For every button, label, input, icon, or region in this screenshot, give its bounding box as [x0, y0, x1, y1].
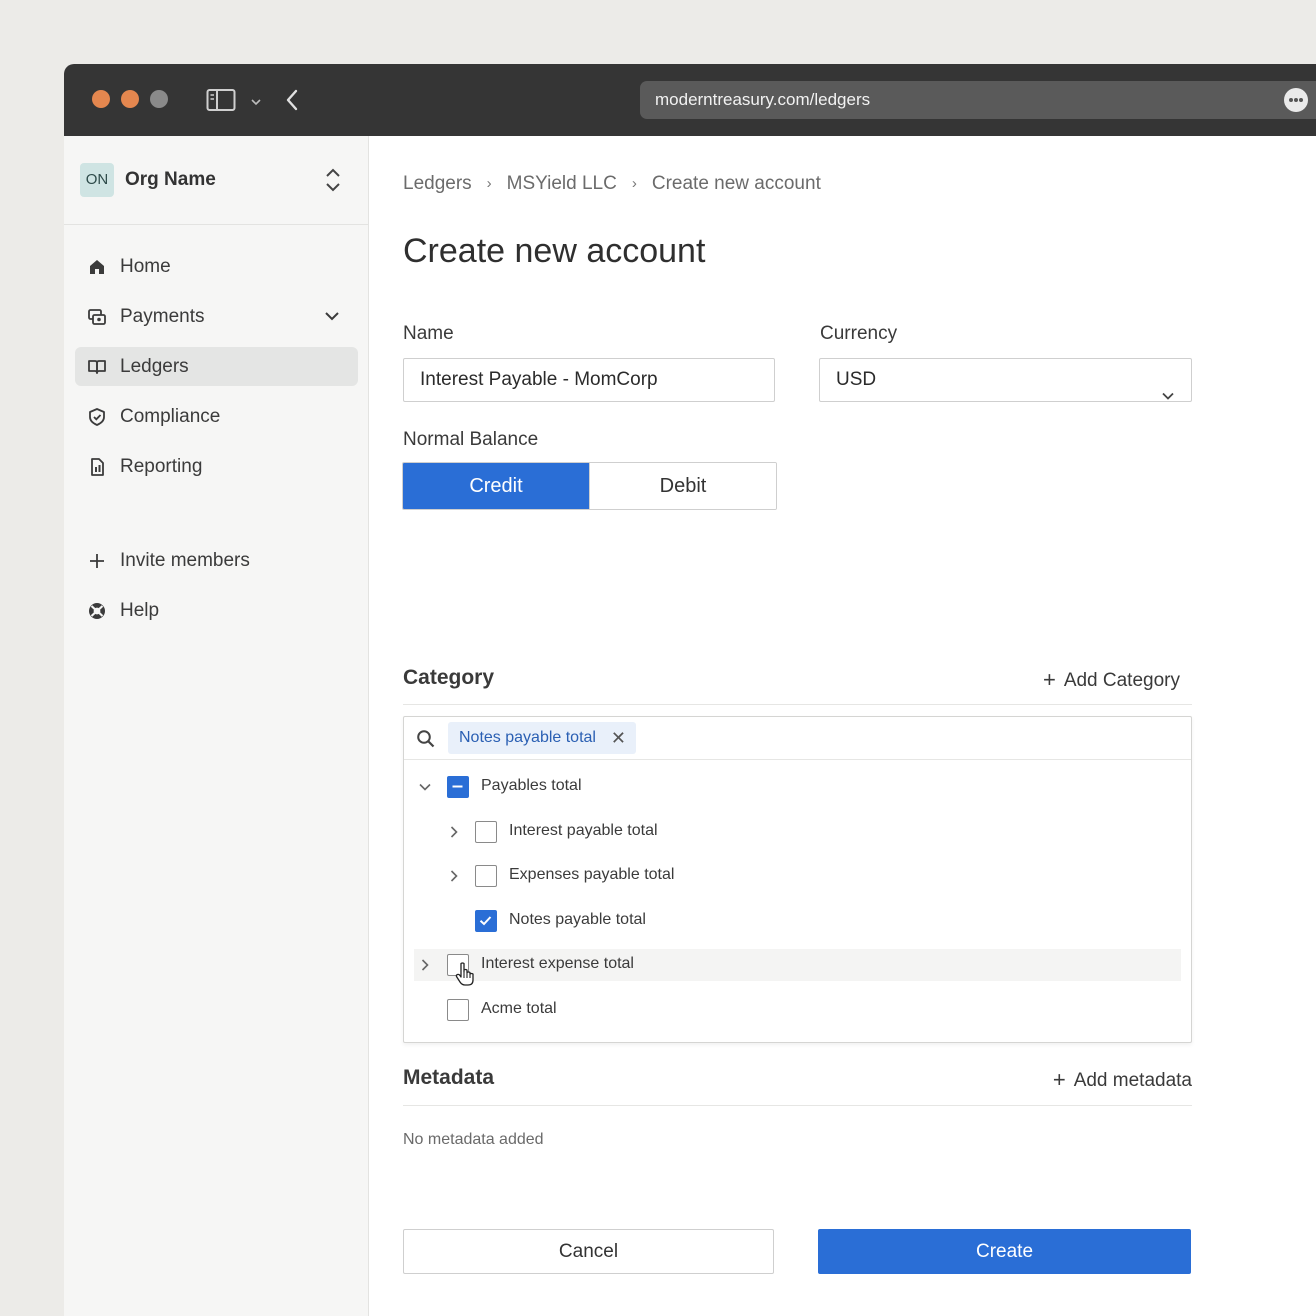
normal-balance-label: Normal Balance [403, 429, 539, 450]
chevron-down-icon[interactable] [250, 94, 262, 112]
sidebar-item-label: Ledgers [120, 356, 189, 377]
sidebar-item-label: Home [120, 256, 171, 277]
name-input-value: Interest Payable - MomCorp [420, 369, 658, 390]
currency-label: Currency [820, 323, 898, 344]
search-icon [416, 729, 436, 754]
chevron-right-icon: › [631, 175, 637, 192]
breadcrumb-ledgers[interactable]: Ledgers [403, 173, 472, 195]
tree-row-label: Interest payable total [509, 822, 658, 839]
chevron-right-icon[interactable] [447, 825, 461, 844]
currency-select-value: USD [836, 369, 877, 390]
divider [403, 704, 1192, 705]
close-icon[interactable]: ✕ [611, 722, 626, 754]
hand-cursor-icon [454, 961, 476, 992]
sidebar-item-reporting[interactable]: Reporting [75, 447, 358, 486]
sidebar-toggle-icon[interactable] [206, 86, 236, 119]
main-content: Ledgers › MSYield LLC › Create new account C… [370, 136, 1316, 1316]
tree-row-label: Interest expense total [481, 955, 634, 972]
breadcrumb-current: Create new account [651, 173, 821, 194]
divider [403, 1105, 1192, 1106]
tree-row[interactable]: Interest expense total [414, 949, 1181, 986]
minimize-window-button[interactable] [121, 90, 139, 108]
org-switcher[interactable]: ON Org Name [64, 136, 369, 225]
tree-checkbox[interactable] [447, 999, 469, 1021]
sidebar: ON Org Name Home Payments Ledgers Compli… [64, 136, 369, 1316]
invite-members-button[interactable]: Invite members [75, 541, 358, 580]
tree-row[interactable]: Acme total [414, 994, 1181, 1026]
debit-option[interactable]: Debit [589, 463, 776, 509]
metadata-empty-text: No metadata added [403, 1131, 544, 1148]
book-icon [87, 357, 107, 377]
cancel-button[interactable]: Cancel [403, 1229, 774, 1274]
sidebar-item-label: Invite members [120, 550, 250, 571]
payments-icon [87, 307, 107, 327]
maximize-window-button[interactable] [150, 90, 168, 108]
report-icon [87, 457, 107, 477]
name-label: Name [403, 323, 454, 344]
plus-icon: + [1042, 667, 1056, 692]
category-title: Category [403, 666, 495, 689]
category-search[interactable]: Notes payable total ✕ [404, 717, 1191, 760]
create-button[interactable]: Create [818, 1229, 1191, 1274]
chevron-right-icon[interactable] [418, 958, 432, 977]
credit-option[interactable]: Credit [403, 463, 589, 509]
tree-row-label: Payables total [481, 777, 582, 794]
tree-row-label: Acme total [481, 1000, 557, 1017]
normal-balance-toggle: Credit Debit [402, 462, 777, 510]
sidebar-item-label: Reporting [120, 456, 203, 477]
sidebar-item-payments[interactable]: Payments [75, 297, 358, 336]
plus-icon: + [1052, 1067, 1066, 1092]
tree-row[interactable]: Notes payable total [414, 905, 1181, 937]
add-category-label: Add Category [1063, 670, 1180, 691]
tree-row[interactable]: Expenses payable total [414, 860, 1181, 892]
address-bar[interactable]: moderntreasury.com/ledgers [640, 81, 1316, 119]
sidebar-item-label: Help [120, 600, 160, 621]
back-arrow-icon[interactable] [284, 88, 300, 117]
help-button[interactable]: Help [75, 591, 358, 630]
browser-titlebar: moderntreasury.com/ledgers [64, 64, 1316, 136]
more-options-icon[interactable] [1284, 88, 1308, 112]
chevron-down-icon[interactable] [323, 309, 341, 328]
chevron-down-icon [1161, 375, 1175, 417]
chevron-right-icon[interactable] [447, 869, 461, 888]
shield-icon [87, 407, 107, 427]
chevron-right-icon: › [486, 175, 492, 192]
tree-checkbox[interactable] [447, 776, 469, 798]
close-window-button[interactable] [92, 90, 110, 108]
page-title: Create new account [403, 232, 706, 270]
sidebar-item-label: Compliance [120, 406, 221, 427]
sidebar-item-ledgers[interactable]: Ledgers [75, 347, 358, 386]
browser-window: moderntreasury.com/ledgers ON Org Name H… [64, 64, 1316, 1316]
sidebar-item-label: Payments [120, 306, 205, 327]
add-metadata-button[interactable]: + Add metadata [1053, 1066, 1192, 1092]
chevron-up-down-icon[interactable] [322, 166, 344, 199]
chevron-down-icon[interactable] [418, 780, 432, 799]
selected-category-chip: Notes payable total ✕ [448, 722, 636, 754]
tree-checkbox[interactable] [475, 821, 497, 843]
tree-row-label: Notes payable total [509, 911, 646, 928]
tree-row[interactable]: Interest payable total [414, 816, 1181, 848]
help-icon [87, 601, 107, 621]
name-input[interactable]: Interest Payable - MomCorp [403, 358, 775, 402]
add-category-button[interactable]: + Add Category [1043, 666, 1180, 692]
tree-row-label: Expenses payable total [509, 866, 675, 883]
currency-select[interactable]: USD [819, 358, 1192, 402]
tree-checkbox[interactable] [475, 910, 497, 932]
plus-icon [87, 551, 107, 571]
home-icon [87, 257, 107, 277]
org-name: Org Name [125, 169, 216, 190]
category-tree: Notes payable total ✕ Payables total Int… [403, 716, 1192, 1043]
tree-checkbox[interactable] [475, 865, 497, 887]
metadata-title: Metadata [403, 1066, 495, 1089]
breadcrumb-ledger-name[interactable]: MSYield LLC [507, 173, 617, 195]
org-avatar: ON [80, 163, 114, 197]
breadcrumb: Ledgers › MSYield LLC › Create new account [403, 173, 821, 195]
chip-label: Notes payable total [459, 729, 596, 746]
sidebar-item-home[interactable]: Home [75, 247, 358, 286]
url-text: moderntreasury.com/ledgers [655, 90, 871, 109]
sidebar-item-compliance[interactable]: Compliance [75, 397, 358, 436]
tree-row[interactable]: Payables total [414, 771, 1181, 803]
add-metadata-label: Add metadata [1073, 1070, 1192, 1091]
